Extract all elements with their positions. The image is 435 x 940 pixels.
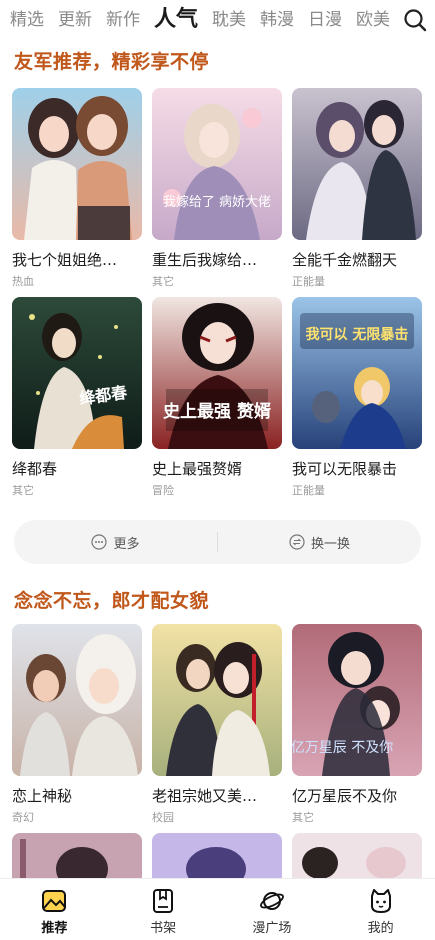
nav-recommend[interactable]: 推荐 (0, 879, 109, 940)
nav-label: 漫广场 (252, 921, 292, 936)
section-actions: 更多 换一换 (14, 520, 421, 564)
comic-tag: 其它 (12, 484, 34, 497)
more-dots-icon (91, 534, 108, 550)
tab-danmei[interactable]: 耽美 (212, 0, 246, 40)
comic-cover[interactable] (152, 624, 282, 776)
comic-cover[interactable] (292, 833, 422, 879)
nav-bookshelf[interactable]: 书架 (109, 879, 218, 940)
nav-label: 书架 (150, 921, 177, 936)
comic-title[interactable]: 重生后我嫁给… (152, 249, 282, 270)
comic-card[interactable] (292, 833, 422, 879)
comic-title[interactable]: 老祖宗她又美… (152, 785, 282, 806)
comic-grid-2: 恋上神秘 奇幻 老祖宗她又美… 校园 亿万星辰 不及你 亿万星辰不及你 其它 (12, 624, 424, 879)
comic-card[interactable]: 我可以 无限暴击 我可以无限暴击 正能量 (292, 297, 422, 506)
comic-title[interactable]: 恋上神秘 (12, 785, 142, 806)
comic-card[interactable]: 绛都春 绛都春 其它 (12, 297, 142, 506)
comic-tag: 正能量 (292, 275, 325, 288)
comic-tag: 其它 (152, 275, 174, 288)
profile-cat-icon (370, 889, 391, 913)
comic-tag: 正能量 (292, 484, 325, 497)
comic-cover[interactable] (292, 88, 422, 240)
section-title-youjun: 友军推荐，精彩享不停 (14, 51, 210, 73)
comic-title[interactable]: 绛都春 (12, 458, 142, 479)
cover-text: 亿万星辰 不及你 (292, 740, 393, 756)
cover-text: 我可以 无限暴击 (306, 326, 409, 343)
comic-title[interactable]: 史上最强赘婿 (152, 458, 282, 479)
more-label: 更多 (113, 536, 140, 552)
refresh-label: 换一换 (310, 536, 350, 552)
cover-text: 史上最强 赘婿 (163, 401, 271, 422)
comic-cover[interactable]: 史上最强 赘婿 (152, 297, 282, 449)
comic-title[interactable]: 全能千金燃翻天 (292, 249, 422, 270)
comic-cover[interactable] (152, 833, 282, 879)
comic-cover[interactable]: 我嫁给了 病娇大佬 (152, 88, 282, 240)
comic-cover[interactable]: 绛都春 (12, 297, 142, 449)
search-icon[interactable] (403, 8, 427, 32)
comic-tag: 冒险 (152, 484, 174, 497)
tab-gengxin[interactable]: 更新 (58, 0, 92, 40)
tab-riman[interactable]: 日漫 (308, 0, 342, 40)
recommend-icon (42, 890, 67, 912)
refresh-button[interactable]: 换一换 (218, 533, 421, 552)
nav-label: 推荐 (41, 921, 68, 936)
comic-card[interactable]: 老祖宗她又美… 校园 (152, 624, 282, 833)
nav-plaza[interactable]: 漫广场 (218, 879, 327, 940)
comic-cover[interactable] (12, 833, 142, 879)
comic-title[interactable]: 亿万星辰不及你 (292, 785, 422, 806)
nav-label: 我的 (367, 921, 394, 936)
tab-jingxuan[interactable]: 精选 (10, 0, 44, 40)
comic-title[interactable]: 我七个姐姐绝… (12, 249, 142, 270)
comic-tag: 热血 (12, 275, 34, 288)
comic-tag: 奇幻 (12, 811, 34, 824)
app-root: 精选 更新 新作 人气 耽美 韩漫 日漫 欧美 友军推荐，精彩享不停 我七个姐姐… (0, 0, 435, 940)
comic-title[interactable]: 我可以无限暴击 (292, 458, 422, 479)
bookshelf-icon (153, 889, 174, 913)
comic-cover[interactable]: 亿万星辰 不及你 (292, 624, 422, 776)
comic-tag: 其它 (292, 811, 314, 824)
comic-card[interactable]: 我七个姐姐绝… 热血 (12, 88, 142, 297)
comic-card[interactable]: 亿万星辰 不及你 亿万星辰不及你 其它 (292, 624, 422, 833)
cover-text: 我嫁给了 病娇大佬 (163, 195, 271, 210)
bottom-navigation: 推荐 书架 漫广场 我的 (0, 878, 435, 940)
tab-hanman[interactable]: 韩漫 (260, 0, 294, 40)
section-title-niannian: 念念不忘，郎才配女貌 (14, 590, 210, 612)
planet-icon (259, 892, 284, 910)
tab-oumei[interactable]: 欧美 (356, 0, 390, 40)
nav-profile[interactable]: 我的 (326, 879, 435, 940)
swap-icon (289, 534, 305, 550)
comic-card[interactable]: 恋上神秘 奇幻 (12, 624, 142, 833)
comic-tag: 校园 (152, 811, 174, 824)
tab-xinzuo[interactable]: 新作 (106, 0, 140, 40)
more-button[interactable]: 更多 (14, 533, 217, 552)
comic-cover[interactable] (12, 88, 142, 240)
comic-card[interactable] (152, 833, 282, 879)
tab-renqi[interactable]: 人气 (154, 0, 198, 40)
comic-card[interactable]: 史上最强 赘婿 史上最强赘婿 冒险 (152, 297, 282, 506)
comic-cover[interactable] (12, 624, 142, 776)
comic-grid-1: 我七个姐姐绝… 热血 我嫁给了 病娇大佬 重生后我嫁给… 其它 全能千金燃翻天 … (12, 88, 424, 506)
comic-cover[interactable]: 我可以 无限暴击 (292, 297, 422, 449)
comic-card[interactable]: 全能千金燃翻天 正能量 (292, 88, 422, 297)
comic-card[interactable]: 我嫁给了 病娇大佬 重生后我嫁给… 其它 (152, 88, 282, 297)
category-tabs: 精选 更新 新作 人气 耽美 韩漫 日漫 欧美 (0, 0, 435, 40)
comic-card[interactable] (12, 833, 142, 879)
